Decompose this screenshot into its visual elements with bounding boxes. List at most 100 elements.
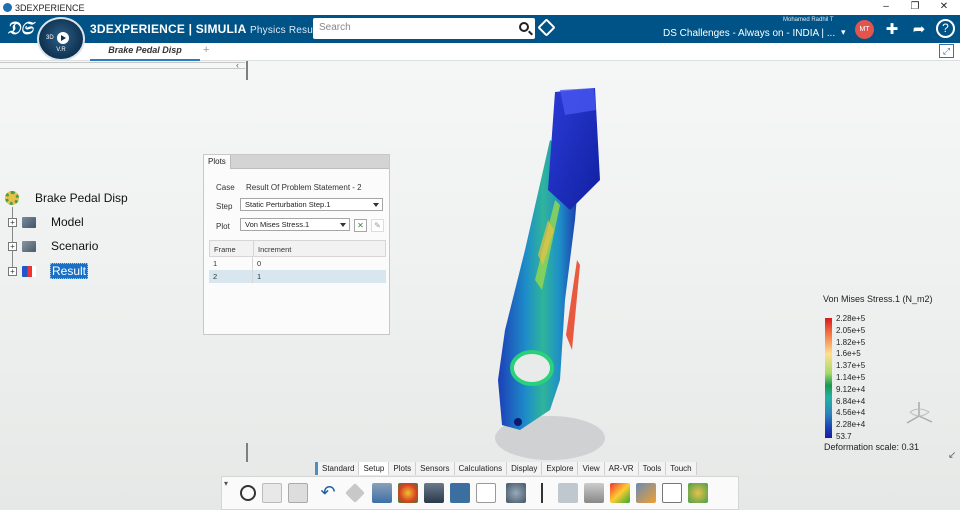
minimize-button[interactable]: – [872,0,900,15]
transform-icon[interactable] [345,483,365,503]
sensor-icon[interactable] [506,483,526,503]
compare-icon[interactable] [636,483,656,503]
table-header: Frame Increment [209,240,386,257]
case-label: Case [216,183,235,192]
chevron-down-icon[interactable]: ▾ [841,27,846,38]
save-icon[interactable] [372,483,392,503]
tab-touch[interactable]: Touch [666,462,697,475]
expand-icon[interactable]: + [8,266,17,276]
brake-pedal-model[interactable] [480,80,640,470]
collab-space-selector[interactable]: DS Challenges - Always on - INDIA | ... [663,28,835,39]
tab-setup[interactable]: Setup [359,462,390,475]
play-icon[interactable] [57,32,69,44]
chevron-left-icon[interactable]: ‹ [236,60,239,70]
close-button[interactable]: ✕ [930,0,958,15]
tab-tools[interactable]: Tools [639,462,667,475]
animate-icon[interactable] [424,483,444,503]
tab-explore[interactable]: Explore [542,462,579,475]
window-titlebar: 3DEXPERIENCE – ❐ ✕ [0,0,960,15]
increment-cell: 1 [257,272,262,281]
expand-icon[interactable]: + [8,217,17,227]
frame-cell: 1 [209,257,253,270]
compass-widget[interactable]: 3D V.R [37,17,85,61]
view-axis-icon[interactable] [902,398,936,428]
tree-item-scenario[interactable]: + Scenario [8,239,99,253]
frame-cell: 2 [209,270,253,283]
tree-item-result[interactable]: + Result [8,263,89,279]
tab-view[interactable]: View [578,462,605,475]
section-icon[interactable] [558,483,578,503]
top-bar: 𝔇𝔖 3DEXPERIENCE | SIMULIA Physics Result… [0,15,960,43]
panel-header: Plots [204,155,389,169]
plot-select[interactable]: Von Mises Stress.1 [240,218,350,231]
ds-logo-icon[interactable]: 𝔇𝔖 [7,18,33,39]
tab-calculations[interactable]: Calculations [455,462,508,475]
maximize-button[interactable]: ❐ [901,0,929,15]
tab-ar-vr[interactable]: AR-VR [605,462,639,475]
undo-icon[interactable]: ↶ [318,483,338,503]
plus-icon[interactable]: ✚ [883,20,901,38]
fullscreen-icon[interactable]: ⤢ [939,44,954,58]
add-tab-button[interactable]: + [203,44,209,56]
legend-label: 2.05e+5 [836,325,866,335]
deformation-scale: Deformation scale: 0.31 [824,442,920,452]
axis-icon[interactable] [532,483,552,503]
action-bar-tabs: Standard Setup Plots Sensors Calculation… [315,462,697,475]
tab-brake-pedal-disp[interactable]: Brake Pedal Disp [90,43,200,61]
search-placeholder: Search [319,22,351,33]
window-title: 3DEXPERIENCE [15,2,85,13]
contour-icon[interactable] [398,483,418,503]
cursor-arrow-icon: ↙ [948,450,957,461]
zoom-icon[interactable] [240,485,256,501]
avatar[interactable]: MT [855,20,874,39]
tree-item-label: Scenario [51,239,99,253]
column-increment: Increment [258,245,292,254]
splitter-bottom[interactable] [246,443,248,462]
database-icon[interactable] [584,483,604,503]
settings-gear-icon[interactable] [688,483,708,503]
table-row[interactable]: 2 1 [209,270,386,283]
tree-root[interactable]: Brake Pedal Disp [5,191,128,205]
tab-display[interactable]: Display [507,462,543,475]
legend-label: 1.82e+5 [836,337,866,347]
paste-icon[interactable] [288,483,308,503]
report-icon[interactable] [476,483,496,503]
tree-item-model[interactable]: + Model [8,215,85,229]
tab-plots[interactable]: Plots [204,155,231,169]
user-name: Mohamed Radhil T [783,17,834,23]
tab-sensors[interactable]: Sensors [416,462,455,475]
help-icon[interactable]: ? [936,19,955,38]
table-row[interactable]: 1 0 [209,257,386,270]
tab-standard[interactable]: Standard [318,462,360,475]
share-icon[interactable]: ➦ [910,20,928,38]
brand-main: EXPERIENCE | SIMULIA [105,22,247,36]
tree-collapse-bar[interactable] [0,62,245,69]
legend-labels: 2.28e+5 2.05e+5 1.82e+5 1.6e+5 1.37e+5 1… [836,314,865,444]
copy-icon[interactable] [262,483,282,503]
analysis-gear-icon [5,191,19,205]
probe-icon[interactable] [610,483,630,503]
search-icon[interactable] [519,22,529,32]
brand-prefix: 3D [90,22,106,36]
chevron-down-icon[interactable]: ▾ [224,479,228,488]
model-icon [22,216,36,228]
document-icon[interactable] [662,483,682,503]
tab-plots[interactable]: Plots [389,462,417,475]
scenario-icon [22,240,36,252]
edit-pencil-icon[interactable]: ✎ [371,219,384,232]
tag-icon[interactable] [537,18,556,37]
pivot-hole [510,350,554,386]
step-select[interactable]: Static Perturbation Step.1 [240,198,383,211]
splitter-top[interactable] [246,61,248,80]
action-bar: ▾ ↶ [221,476,739,510]
legend-label: 6.84e+4 [836,396,866,406]
plots-panel: Plots Case Result Of Problem Statement -… [203,154,390,335]
plot-settings-icon[interactable]: ✕ [354,219,367,232]
search-input[interactable]: Search [313,18,535,39]
compass-version: V.R [56,47,66,53]
document-tab-bar: Brake Pedal Disp + [0,43,960,61]
chevron-down-icon [340,223,346,227]
display-icon[interactable] [450,483,470,503]
legend-label: 1.14e+5 [836,372,866,382]
expand-icon[interactable]: + [8,241,17,251]
